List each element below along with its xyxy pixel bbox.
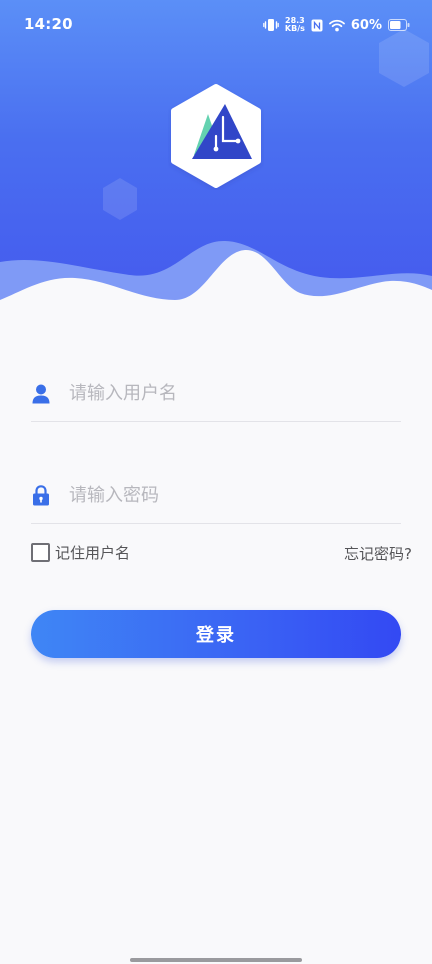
login-button[interactable]: 登录	[31, 610, 401, 658]
forgot-password-link[interactable]: 忘记密码?	[344, 543, 412, 564]
vibrate-icon	[263, 18, 279, 32]
status-time: 14:20	[24, 15, 73, 33]
username-input[interactable]	[69, 373, 369, 414]
wifi-icon	[328, 19, 345, 32]
login-screen: 14:20 28.3 KB/s 60% 请输入用户名 记住用户名 忘记密码? 登…	[0, 0, 432, 964]
app-logo	[171, 84, 261, 188]
login-options: 记住用户名 忘记密码?	[31, 542, 412, 564]
remember-checkbox[interactable]	[31, 543, 50, 562]
nfc-icon	[311, 19, 323, 32]
user-icon	[31, 383, 51, 405]
remember-label: 记住用户名	[55, 544, 131, 562]
hexagon-decoration-icon	[103, 178, 137, 220]
remember-username[interactable]: 记住用户名	[31, 542, 130, 563]
network-speed-unit: KB/s	[284, 24, 305, 33]
network-speed: 28.3 KB/s	[285, 17, 305, 33]
lock-icon	[31, 485, 51, 507]
battery-icon	[388, 19, 410, 31]
home-indicator[interactable]	[130, 958, 302, 962]
status-bar: 14:20 28.3 KB/s 60%	[0, 0, 432, 50]
battery-percent: 60%	[350, 17, 382, 33]
password-input[interactable]	[69, 475, 369, 516]
status-icons: 28.3 KB/s 60%	[263, 15, 410, 35]
username-field[interactable]	[31, 366, 401, 422]
password-field[interactable]	[31, 468, 401, 524]
